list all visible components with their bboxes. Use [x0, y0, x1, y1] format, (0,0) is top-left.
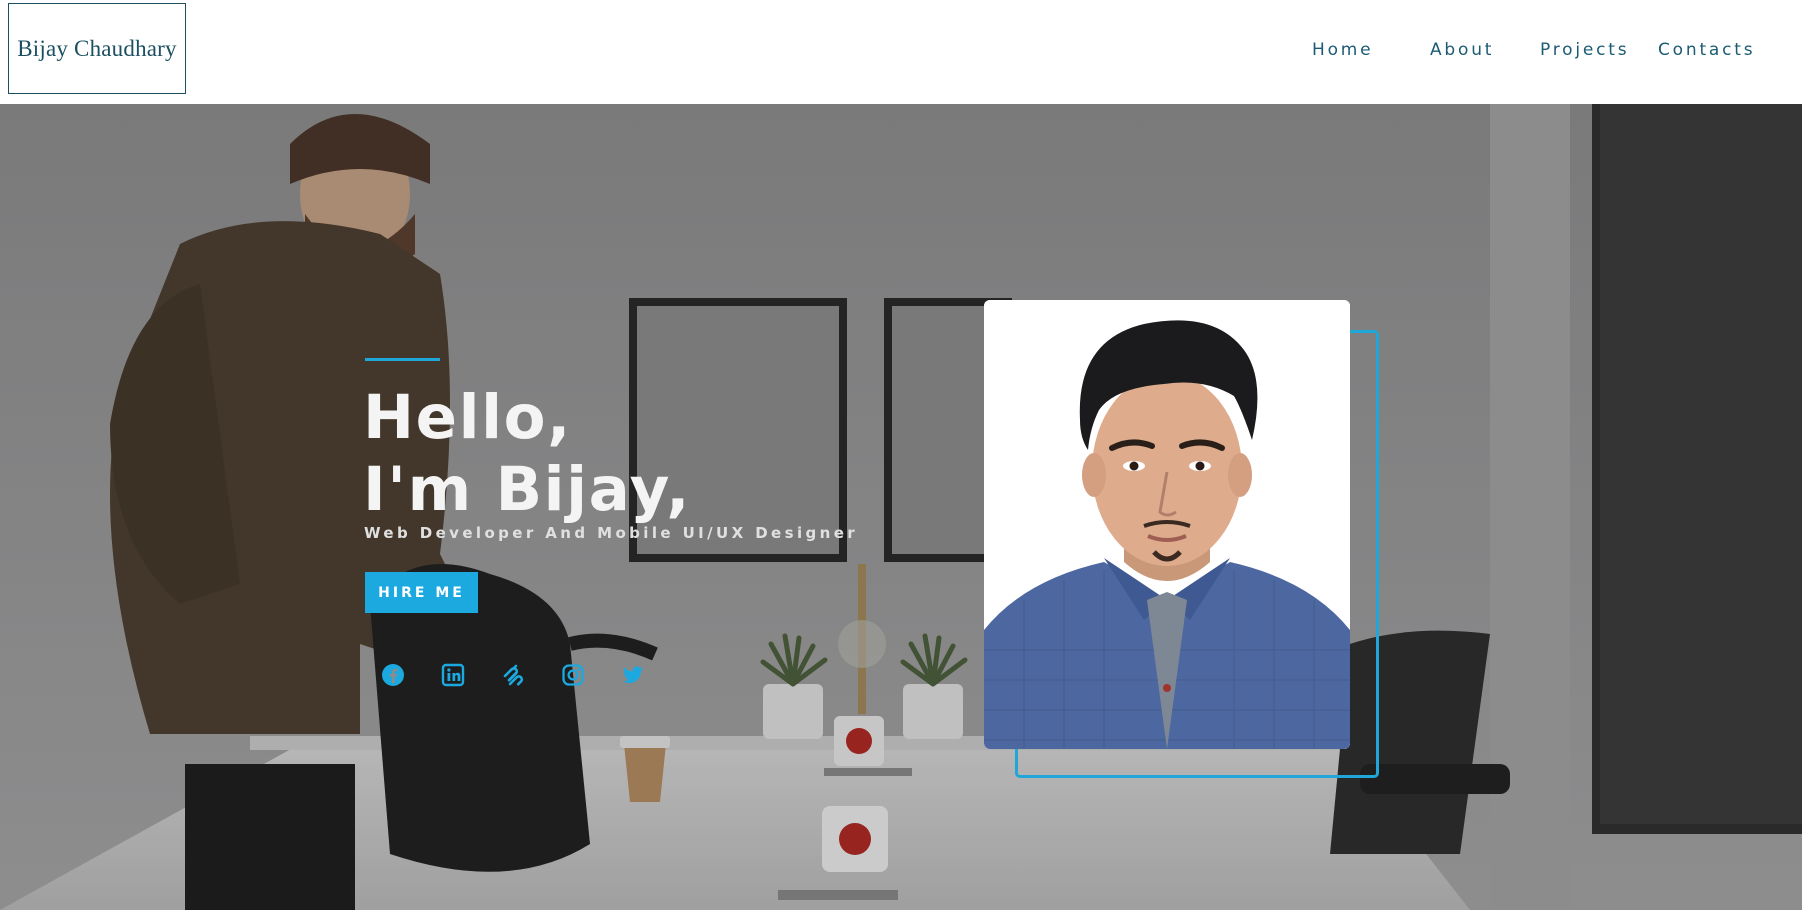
nav-home[interactable]: Home — [1312, 40, 1373, 60]
accent-line — [365, 358, 440, 361]
hire-me-button[interactable]: HIRE ME — [365, 572, 478, 613]
hero-greeting: Hello, I'm Bijay, — [363, 382, 691, 526]
instagram-icon[interactable] — [560, 662, 586, 688]
twitter-icon[interactable] — [620, 662, 646, 688]
nav-about[interactable]: About — [1430, 40, 1494, 60]
profile-portrait-image — [984, 300, 1350, 749]
nav-contacts[interactable]: Contacts — [1658, 40, 1755, 60]
hero-subtitle: Web Developer And Mobile UI/UX Designer — [364, 524, 859, 542]
hero-section: Hello, I'm Bijay, Web Developer And Mobi… — [0, 104, 1802, 910]
greeting-line-2: I'm Bijay, — [363, 454, 691, 525]
linkedin-icon[interactable] — [440, 662, 466, 688]
hero-overlay — [0, 104, 1802, 910]
greeting-line-1: Hello, — [363, 382, 572, 453]
facebook-icon[interactable] — [380, 662, 406, 688]
squarespace-icon[interactable] — [500, 662, 526, 688]
site-header: Bijay Chaudhary Home About Projects Cont… — [0, 0, 1802, 104]
profile-photo — [984, 300, 1350, 749]
nav-projects[interactable]: Projects — [1540, 40, 1629, 60]
logo[interactable]: Bijay Chaudhary — [8, 3, 186, 94]
